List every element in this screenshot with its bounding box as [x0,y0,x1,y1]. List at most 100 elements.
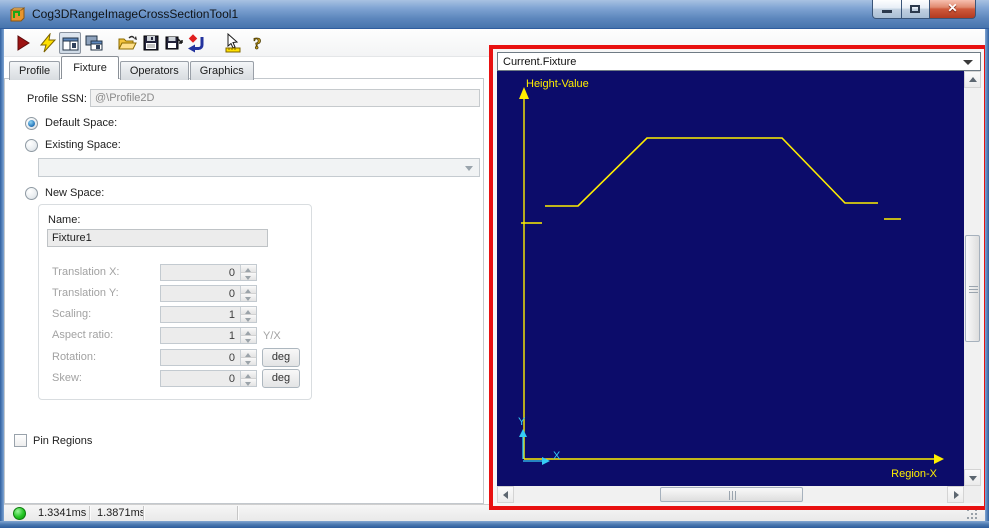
arrow-down-icon [969,476,977,481]
tab-operators-label: Operators [130,65,179,77]
tab-fixture-label: Fixture [73,62,107,74]
tab-fixture[interactable]: Fixture [61,56,119,79]
help-button[interactable]: ? [247,32,269,54]
vertical-scrollbar-thumb[interactable] [965,235,980,342]
show-image-pane-button[interactable] [59,32,81,54]
save-as-button[interactable] [163,32,185,54]
default-space-radio[interactable] [25,117,38,130]
reset-button[interactable] [185,32,207,54]
window-border [0,29,4,528]
skew-deg-button[interactable]: deg [262,369,300,388]
name-input[interactable] [47,229,268,247]
app-icon [9,6,26,23]
profile-chart[interactable]: Height-Value Region-X X Y [497,71,964,486]
image-pane-icon [61,34,81,54]
arrow-left-icon [503,491,508,499]
scaling-stepper[interactable]: 1 [160,306,257,323]
app-window: Cog3DRangeImageCrossSectionTool1 [0,0,989,528]
scroll-left-button[interactable] [497,486,514,503]
pin-regions-checkbox[interactable] [14,434,27,447]
scaling-value: 1 [229,309,235,321]
spin-up-icon[interactable] [241,307,256,315]
minimize-icon [882,10,892,13]
tab-profile-label: Profile [19,65,50,77]
existing-space-label: Existing Space: [45,139,121,151]
horizontal-scrollbar[interactable] [497,486,964,503]
profile-ssn-input[interactable] [90,89,480,107]
existing-space-radio[interactable] [25,139,38,152]
spin-up-icon[interactable] [241,286,256,294]
aspect-ratio-label: Aspect ratio: [52,329,113,341]
spin-down-icon[interactable] [241,294,256,301]
rotation-label: Rotation: [52,351,96,363]
arrow-up-icon [969,77,977,82]
tab-graphics[interactable]: Graphics [190,61,254,80]
new-space-radio[interactable] [25,187,38,200]
skew-stepper[interactable]: 0 [160,370,257,387]
svg-text:Region-X: Region-X [891,468,938,480]
spin-up-icon[interactable] [241,371,256,379]
save-icon [141,33,161,53]
status-separator [143,506,144,520]
scroll-right-button[interactable] [947,486,964,503]
rotation-deg-button[interactable]: deg [262,348,300,367]
close-button[interactable] [930,0,976,19]
vertical-scrollbar[interactable] [964,71,981,486]
window-border [0,521,989,528]
run-button[interactable] [12,32,34,54]
spin-down-icon[interactable] [241,379,256,386]
default-space-label: Default Space: [45,117,117,129]
window-border [985,29,989,528]
chevron-down-icon [963,60,973,65]
maximize-button[interactable] [902,0,930,19]
resize-grip[interactable] [967,509,979,521]
trigger-button[interactable] [37,32,59,54]
chevron-down-icon [465,166,473,171]
spin-down-icon[interactable] [241,273,256,280]
horizontal-scrollbar-thumb[interactable] [660,487,803,502]
new-space-label: New Space: [45,187,104,199]
translation-y-value: 0 [229,288,235,300]
spin-down-icon[interactable] [241,336,256,343]
svg-text:X: X [553,450,561,462]
status-separator [89,506,90,520]
spin-down-icon[interactable] [241,315,256,322]
status-ok-icon [13,507,26,520]
existing-space-select[interactable] [38,158,480,177]
save-button[interactable] [140,32,162,54]
open-folder-icon [117,33,137,53]
name-label: Name: [48,214,80,226]
translation-y-stepper[interactable]: 0 [160,285,257,302]
spin-up-icon[interactable] [241,328,256,336]
spin-up-icon[interactable] [241,350,256,358]
spin-up-icon[interactable] [241,265,256,273]
scroll-down-button[interactable] [964,469,981,486]
lightning-icon [38,33,58,53]
translation-x-stepper[interactable]: 0 [160,264,257,281]
title-bar[interactable]: Cog3DRangeImageCrossSectionTool1 [0,0,989,29]
minimize-button[interactable] [872,0,902,19]
window-title: Cog3DRangeImageCrossSectionTool1 [32,7,238,21]
status-run-time: 1.3341ms [38,507,86,519]
profile-chart-svg: Height-Value Region-X X Y [497,71,964,486]
float-windows-icon [84,33,104,53]
tab-profile[interactable]: Profile [9,61,60,80]
close-icon [930,0,975,18]
rotation-stepper[interactable]: 0 [160,349,257,366]
spin-down-icon[interactable] [241,358,256,365]
aspect-ratio-value: 1 [229,330,235,342]
aspect-ratio-stepper[interactable]: 1 [160,327,257,344]
profile-ssn-label: Profile SSN: [27,93,87,105]
svg-text:Height-Value: Height-Value [526,78,589,90]
display-source-select[interactable]: Current.Fixture [497,52,981,71]
aspect-ratio-units: Y/X [263,330,281,342]
scroll-up-button[interactable] [964,71,981,88]
pointer-tool-button[interactable] [222,32,244,54]
svg-text:Y: Y [518,416,526,428]
open-file-button[interactable] [116,32,138,54]
status-total-time: 1.3871ms [97,507,145,519]
run-icon [13,33,33,53]
translation-y-label: Translation Y: [52,287,119,299]
float-image-pane-button[interactable] [83,32,105,54]
tab-operators[interactable]: Operators [120,61,189,80]
